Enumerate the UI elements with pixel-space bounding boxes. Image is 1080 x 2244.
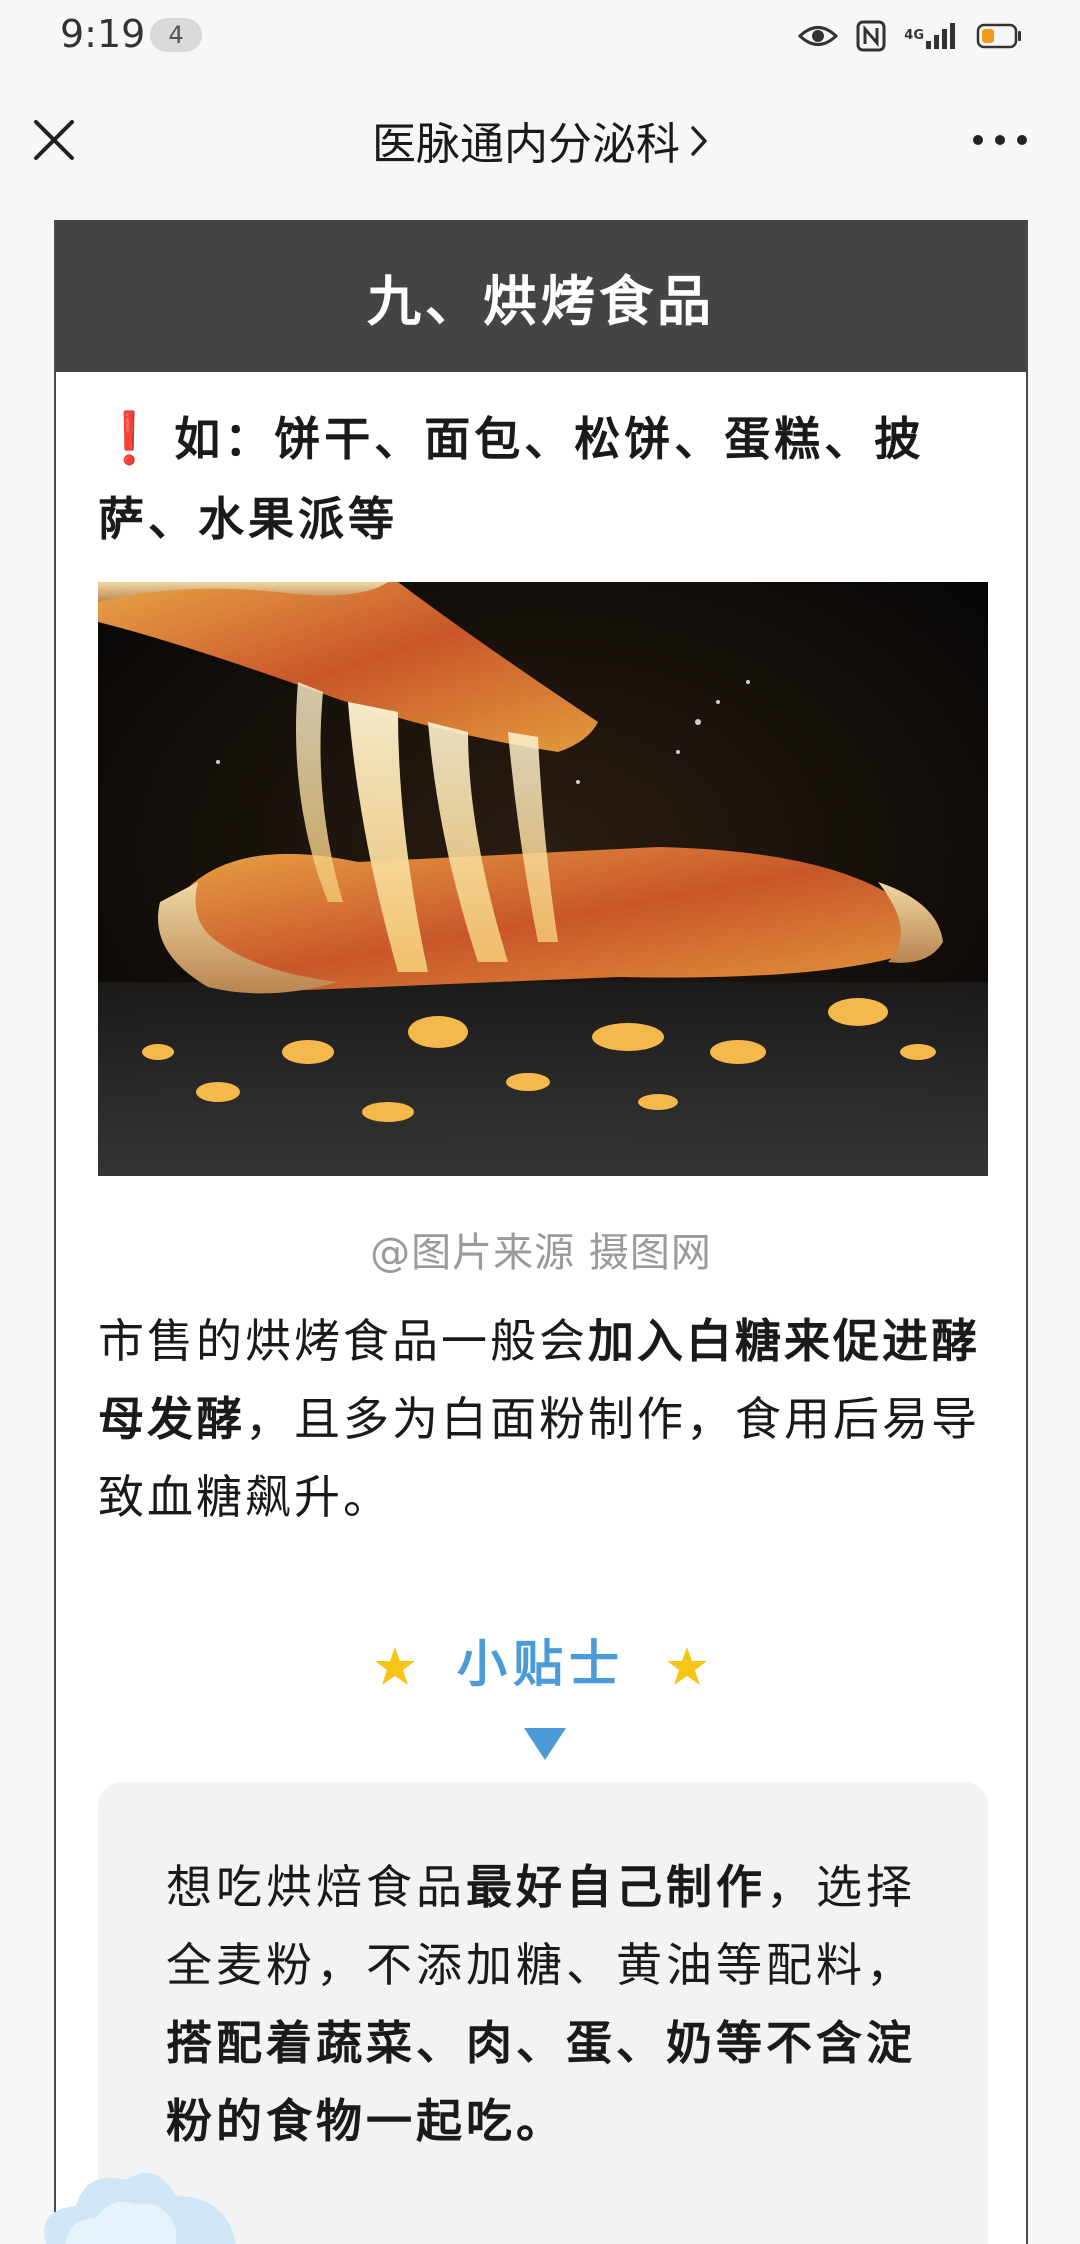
account-title-link[interactable]: 医脉通内分泌科 [0,108,1080,172]
battery-icon [976,23,1022,49]
tips-text: 想吃烘焙食品最好自己制作，选择全麦粉，不添加糖、黄油等配料，搭配着蔬菜、肉、蛋、… [166,1848,936,2160]
signal-icon: 4G [904,21,958,51]
status-time: 9:19 [60,12,146,56]
cloud-decoration [26,2160,246,2244]
body-text-part: 市售的烘烤食品一般会 [98,1314,588,1368]
status-bar: 9:19 4 4G [0,0,1080,72]
status-icons: 4G [798,14,1022,58]
exclamation-icon: ❗ [98,409,165,467]
tips-text-part: 想吃烘焙食品 [166,1860,466,1914]
body-paragraph: 市售的烘烤食品一般会加入白糖来促进酵母发酵，且多为白面粉制作，食用后易导致血糖飙… [98,1302,998,1536]
eye-icon [798,23,839,49]
tips-title: 小贴士 [457,1635,625,1693]
star-icon [373,1641,417,1699]
examples-text: ❗ 如：饼干、面包、松饼、蛋糕、披萨、水果派等 [98,398,988,559]
account-title: 医脉通内分泌科 [372,119,680,170]
tips-text-emphasis: 最好自己制作 [466,1860,766,1914]
pizza-photo[interactable] [98,582,988,1176]
more-icon [973,135,1027,145]
tips-heading: 小贴士 [56,1624,1026,1699]
triangle-down-icon [524,1728,566,1760]
tips-text-emphasis: 搭配着蔬菜、肉、蛋、奶等不含淀粉的食物一起吃。 [166,2016,916,2148]
section-title: 九、烘烤食品 [56,220,1026,372]
more-button[interactable] [970,128,1030,152]
star-icon [665,1641,709,1699]
network-type-label: 4G [904,28,924,43]
chevron-right-icon [690,117,708,168]
nfc-icon [856,20,886,52]
article-card: 九、烘烤食品 ❗ 如：饼干、面包、松饼、蛋糕、披萨、水果派等 @图片来源 摄图网… [54,220,1028,2244]
nav-bar: 医脉通内分泌科 [0,72,1080,208]
examples-label: 如：饼干、面包、松饼、蛋糕、披萨、水果派等 [98,412,925,546]
image-caption: @图片来源 摄图网 [370,1230,712,1276]
notification-count-badge: 4 [150,18,202,52]
